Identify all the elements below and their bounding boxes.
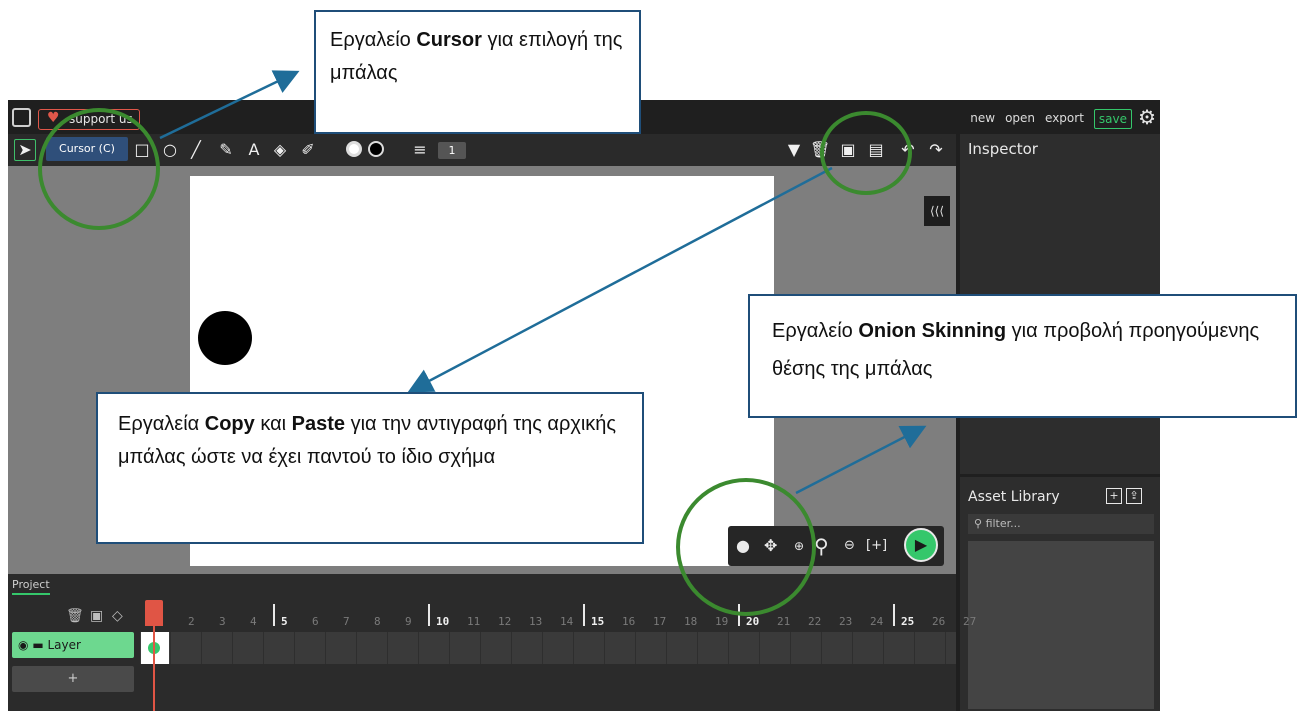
delete-frame-icon[interactable]: 🗑 bbox=[66, 608, 84, 624]
frame-number[interactable]: 10 bbox=[436, 615, 449, 628]
save-button[interactable]: save bbox=[1093, 109, 1132, 129]
frame-tick bbox=[583, 604, 585, 626]
frame-number[interactable]: 19 bbox=[715, 615, 728, 628]
lock-icon[interactable]: ▬ bbox=[32, 638, 43, 652]
play-button[interactable]: ▶ bbox=[904, 528, 938, 562]
callout-bold: Paste bbox=[291, 413, 346, 435]
layer-name: Layer bbox=[47, 638, 81, 652]
zoom-icon[interactable]: ⚲ bbox=[814, 534, 829, 558]
fill-bucket-icon[interactable]: ◈ bbox=[270, 140, 290, 160]
callout-bold: Copy bbox=[204, 413, 255, 435]
frame-icon[interactable]: ▣ bbox=[90, 608, 103, 624]
callout-bold: Onion Skinning bbox=[858, 320, 1007, 342]
frame-number[interactable]: 7 bbox=[343, 615, 350, 628]
callout-bold: Cursor bbox=[416, 29, 482, 51]
callout-text: Εργαλείο bbox=[772, 320, 859, 342]
tab-project[interactable]: Project bbox=[12, 578, 50, 595]
keyframe[interactable] bbox=[141, 632, 169, 664]
frame-number[interactable]: 13 bbox=[529, 615, 542, 628]
timeline: Project 🗑 ▣ ◇ 2 3 4 5 6 7 8 9 10 11 12 13 14 15 16 17 18… bbox=[8, 574, 976, 711]
open-button[interactable]: open bbox=[1005, 109, 1035, 129]
frame-number[interactable]: 4 bbox=[250, 615, 257, 628]
callout-text: Εργαλεία bbox=[118, 413, 205, 435]
export-button[interactable]: export bbox=[1045, 109, 1084, 129]
frame-tick bbox=[428, 604, 430, 626]
import-asset-icon[interactable]: ⇪ bbox=[1126, 488, 1142, 504]
asset-library-title: Asset Library bbox=[968, 489, 1060, 505]
frame-number[interactable]: 6 bbox=[312, 615, 319, 628]
frame-tick bbox=[273, 604, 275, 626]
frame-number[interactable]: 15 bbox=[591, 615, 604, 628]
frame-number[interactable]: 12 bbox=[498, 615, 511, 628]
gear-icon[interactable]: ⚙ bbox=[1138, 105, 1156, 129]
fill-color-swatch[interactable] bbox=[346, 141, 362, 157]
add-layer-button[interactable]: + bbox=[12, 666, 134, 692]
zoom-out-icon[interactable]: ⊖ bbox=[844, 534, 855, 558]
frame-number[interactable]: 22 bbox=[808, 615, 821, 628]
frame-number[interactable]: 2 bbox=[188, 615, 195, 628]
frame-number[interactable]: 25 bbox=[901, 615, 914, 628]
callout-cursor: Εργαλείο Cursor για επιλογή της μπάλας bbox=[314, 10, 641, 134]
line-width-icon: ≡ bbox=[413, 140, 427, 159]
redo-icon[interactable]: ↷ bbox=[926, 140, 946, 160]
callout-text: και bbox=[254, 413, 292, 435]
chevron-down-icon[interactable]: ▼ bbox=[784, 140, 804, 160]
callout-onion: Εργαλείο Onion Skinning για προβολή προη… bbox=[748, 294, 1297, 418]
frame-tick bbox=[893, 604, 895, 626]
add-asset-icon[interactable]: + bbox=[1106, 488, 1122, 504]
line-tool-icon[interactable]: ╱ bbox=[186, 140, 206, 160]
callout-text: Εργαλείο bbox=[330, 29, 417, 51]
filter-placeholder: filter... bbox=[985, 517, 1021, 530]
frame-number[interactable]: 27 bbox=[963, 615, 976, 628]
frame-number[interactable]: 16 bbox=[622, 615, 635, 628]
frame-number[interactable]: 21 bbox=[777, 615, 790, 628]
frame-number[interactable]: 20 bbox=[746, 615, 759, 628]
frame-number[interactable]: 5 bbox=[281, 615, 288, 628]
callout-copy-paste: Εργαλεία Copy και Paste για την αντιγραφ… bbox=[96, 392, 644, 544]
frame-number[interactable]: 9 bbox=[405, 615, 412, 628]
frame-number[interactable]: 17 bbox=[653, 615, 666, 628]
frame-number[interactable]: 3 bbox=[219, 615, 226, 628]
frame-track[interactable] bbox=[140, 632, 956, 664]
highlight-circle-onion bbox=[676, 478, 816, 616]
cursor-tool-icon[interactable]: ➤ bbox=[14, 139, 36, 161]
highlight-circle-copy-paste bbox=[820, 111, 912, 195]
app-logo-icon bbox=[12, 108, 31, 127]
collapse-panel-button[interactable]: ⟨⟨⟨ bbox=[924, 196, 950, 226]
path-tool-icon[interactable]: ✎ bbox=[216, 140, 236, 160]
asset-filter-input[interactable]: ⚲ filter... bbox=[968, 514, 1154, 534]
frame-number[interactable]: 18 bbox=[684, 615, 697, 628]
ball[interactable] bbox=[198, 311, 252, 365]
frame-number[interactable]: 23 bbox=[839, 615, 852, 628]
stroke-color-swatch[interactable] bbox=[368, 141, 384, 157]
playhead-handle[interactable] bbox=[145, 600, 163, 626]
frame-number[interactable]: 26 bbox=[932, 615, 945, 628]
frame-number[interactable]: 24 bbox=[870, 615, 883, 628]
new-button[interactable]: new bbox=[970, 109, 995, 129]
ellipse-tool-icon[interactable]: ○ bbox=[160, 140, 180, 160]
visibility-icon[interactable]: ◉ bbox=[18, 638, 28, 652]
text-tool-icon[interactable]: A bbox=[244, 140, 264, 160]
frame-number[interactable]: 14 bbox=[560, 615, 573, 628]
line-width-input[interactable]: 1 bbox=[438, 142, 466, 159]
inspector-title: Inspector bbox=[968, 140, 1038, 158]
search-icon: ⚲ bbox=[974, 517, 983, 530]
asset-library-panel: Asset Library + ⇪ ⚲ filter... bbox=[956, 474, 1160, 711]
asset-list[interactable] bbox=[968, 541, 1154, 709]
frame-number[interactable]: 8 bbox=[374, 615, 381, 628]
file-menu: new open export save bbox=[970, 109, 1132, 129]
frame-number[interactable]: 11 bbox=[467, 615, 480, 628]
layer-item[interactable]: ◉ ▬ Layer bbox=[12, 632, 134, 658]
keyframe-icon[interactable]: ◇ bbox=[112, 608, 123, 624]
eyedropper-icon[interactable]: ✐ bbox=[298, 140, 318, 160]
fit-to-screen-icon[interactable]: [+] bbox=[866, 534, 887, 558]
highlight-circle-cursor bbox=[38, 108, 160, 230]
